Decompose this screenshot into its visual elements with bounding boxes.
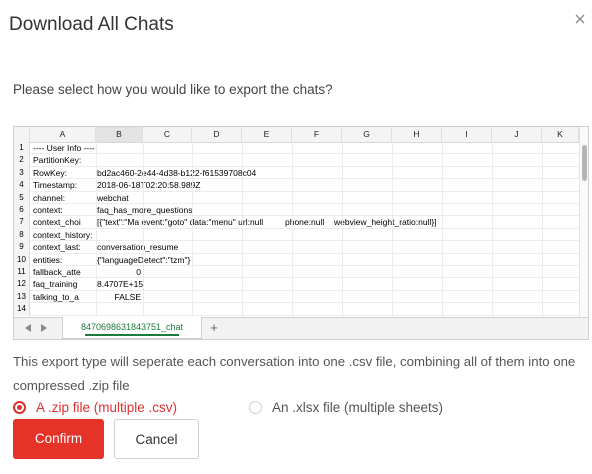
sheet-row: 7 context_choi [{"text":"Ma event:"goto" d… <box>14 216 579 229</box>
cell-b[interactable]: webchat <box>97 192 129 204</box>
cell-a[interactable]: channel: <box>33 192 95 204</box>
close-icon[interactable] <box>573 12 587 26</box>
sheet-tab[interactable]: 8470698631843751_chat <box>62 317 202 339</box>
arrow-left-icon[interactable] <box>25 324 31 332</box>
sheet-row: 11 fallback_atte 0 <box>14 266 579 279</box>
export-options: A .zip file (multiple .csv) An .xlsx fil… <box>13 399 573 417</box>
cell-a[interactable]: ---- User Info ---- <box>33 142 233 154</box>
row-number[interactable]: 7 <box>14 216 30 229</box>
cell-a[interactable]: talking_to_a <box>33 291 95 303</box>
export-description: This export type will seperate each conv… <box>13 354 576 393</box>
cell-a[interactable]: context_choi <box>33 216 95 228</box>
grid-line <box>292 142 293 317</box>
grid-line <box>143 142 144 317</box>
column-header[interactable]: D <box>192 127 242 142</box>
row-number[interactable]: 2 <box>14 154 30 167</box>
grid-line <box>192 142 193 317</box>
sheet-row: 4 Timestamp: 2018-06-18T02:20:58.989Z <box>14 179 579 192</box>
row-number[interactable]: 6 <box>14 204 30 217</box>
column-header[interactable]: F <box>292 127 342 142</box>
column-header[interactable]: G <box>342 127 392 142</box>
cell-g[interactable]: webview_height_ratio:null}] <box>334 216 437 228</box>
corner-cell[interactable] <box>14 127 30 142</box>
cell-a[interactable]: context: <box>33 204 95 216</box>
grid-line <box>342 142 343 317</box>
row-number[interactable]: 3 <box>14 166 30 180</box>
add-sheet-button[interactable]: + <box>206 320 222 336</box>
row-number[interactable]: 4 <box>14 179 30 192</box>
radio-selected-icon[interactable] <box>13 401 26 414</box>
xlsx-option[interactable]: An .xlsx file (multiple sheets) <box>249 399 489 417</box>
sheet-row: 3 RowKey: bd2ac460-2e44-4d38-b122-f6153970… <box>14 166 579 180</box>
column-header[interactable]: H <box>392 127 442 142</box>
row-number[interactable]: 1 <box>14 142 30 155</box>
cell-a[interactable]: faq_training <box>33 278 95 290</box>
cell-b[interactable]: 0 <box>97 266 141 278</box>
sheet-row: 8 context_history: <box>14 228 579 242</box>
spreadsheet-preview: ABCDEFGHIJK 1 ---- User Info ---- 2 Partiti… <box>13 126 589 340</box>
cell-a[interactable]: Timestamp: <box>33 179 95 191</box>
row-number[interactable]: 5 <box>14 191 30 204</box>
sheet-tab-bar: 8470698631843751_chat + <box>14 317 588 339</box>
column-header[interactable]: C <box>143 127 192 142</box>
row-number[interactable]: 12 <box>14 278 30 291</box>
cell-b[interactable]: 2018-06-18T02:20:58.989Z <box>97 179 201 191</box>
zip-option[interactable]: A .zip file (multiple .csv) <box>13 399 213 417</box>
cell-a[interactable]: entities: <box>33 254 95 266</box>
cell-b[interactable]: 8.4707E+15 <box>97 278 143 290</box>
sheet-row: 5 channel: webchat <box>14 191 579 204</box>
cell-a[interactable]: context_last: <box>33 241 95 253</box>
row-number[interactable]: 9 <box>14 241 30 254</box>
row-number[interactable]: 14 <box>14 303 30 316</box>
row-number[interactable]: 8 <box>14 228 30 242</box>
vertical-scrollbar[interactable] <box>579 127 588 317</box>
cancel-button[interactable]: Cancel <box>114 419 199 459</box>
grid-line <box>242 142 243 317</box>
row-number[interactable]: 13 <box>14 290 30 304</box>
column-header[interactable]: J <box>492 127 542 142</box>
cell-a[interactable]: RowKey: <box>33 167 95 179</box>
export-prompt: Please select how you would like to expo… <box>13 82 333 97</box>
grid-line <box>442 142 443 317</box>
cell-a[interactable]: fallback_atte <box>33 266 95 278</box>
cell-f[interactable]: phone:null <box>285 216 324 228</box>
sheet-row: 2 PartitionKey: <box>14 154 579 167</box>
cell-b[interactable]: [{"text":"Ma event:"goto" data:"menu" ur… <box>97 216 263 228</box>
column-header[interactable]: A <box>30 127 96 142</box>
column-header[interactable]: K <box>542 127 579 142</box>
sheet-row: 14 <box>14 303 579 316</box>
scrollbar-thumb[interactable] <box>582 145 587 181</box>
grid-line <box>392 142 393 317</box>
sheet-row: 9 context_last: conversation_resume <box>14 241 579 254</box>
grid-line <box>492 142 493 317</box>
column-header[interactable]: E <box>242 127 292 142</box>
sheet-row: 12 faq_training 8.4707E+15 <box>14 278 579 291</box>
column-header-row: ABCDEFGHIJK <box>14 127 579 143</box>
cell-a[interactable]: context_history: <box>33 229 233 241</box>
row-number[interactable]: 10 <box>14 253 30 266</box>
sheet-grid: ABCDEFGHIJK 1 ---- User Info ---- 2 Partiti… <box>14 127 579 317</box>
dialog-title: Download All Chats <box>9 14 174 35</box>
download-chats-dialog: Download All Chats Please select how you… <box>0 0 592 474</box>
grid-line <box>542 142 543 317</box>
row-number[interactable]: 11 <box>14 266 30 279</box>
sheet-row: 10entities:{"languageDetect":"tzm"} <box>14 253 579 266</box>
grid-line <box>96 142 97 317</box>
cell-a[interactable]: PartitionKey: <box>33 154 233 166</box>
cell-b[interactable]: bd2ac460-2e44-4d38-b122-f61539708c04 <box>97 167 256 179</box>
sheet-row: 1 ---- User Info ---- <box>14 142 579 155</box>
column-header[interactable]: I <box>442 127 492 142</box>
cell-a[interactable] <box>33 303 95 315</box>
sheet-row: 6 context: faq_has_more_questions <box>14 204 579 217</box>
radio-unselected-icon[interactable] <box>249 401 262 414</box>
column-header[interactable]: B <box>96 127 143 142</box>
xlsx-option-label: An .xlsx file (multiple sheets) <box>272 400 444 415</box>
cell-b[interactable]: faq_has_more_questions <box>97 204 192 216</box>
confirm-button[interactable]: Confirm <box>13 419 104 459</box>
arrow-right-icon[interactable] <box>41 324 47 332</box>
zip-option-label: A .zip file (multiple .csv) <box>36 400 178 415</box>
cell-b[interactable]: FALSE <box>97 291 141 303</box>
cell-b[interactable]: conversation_resume <box>97 241 178 253</box>
sheet-row: 13 talking_to_a FALSE <box>14 290 579 304</box>
